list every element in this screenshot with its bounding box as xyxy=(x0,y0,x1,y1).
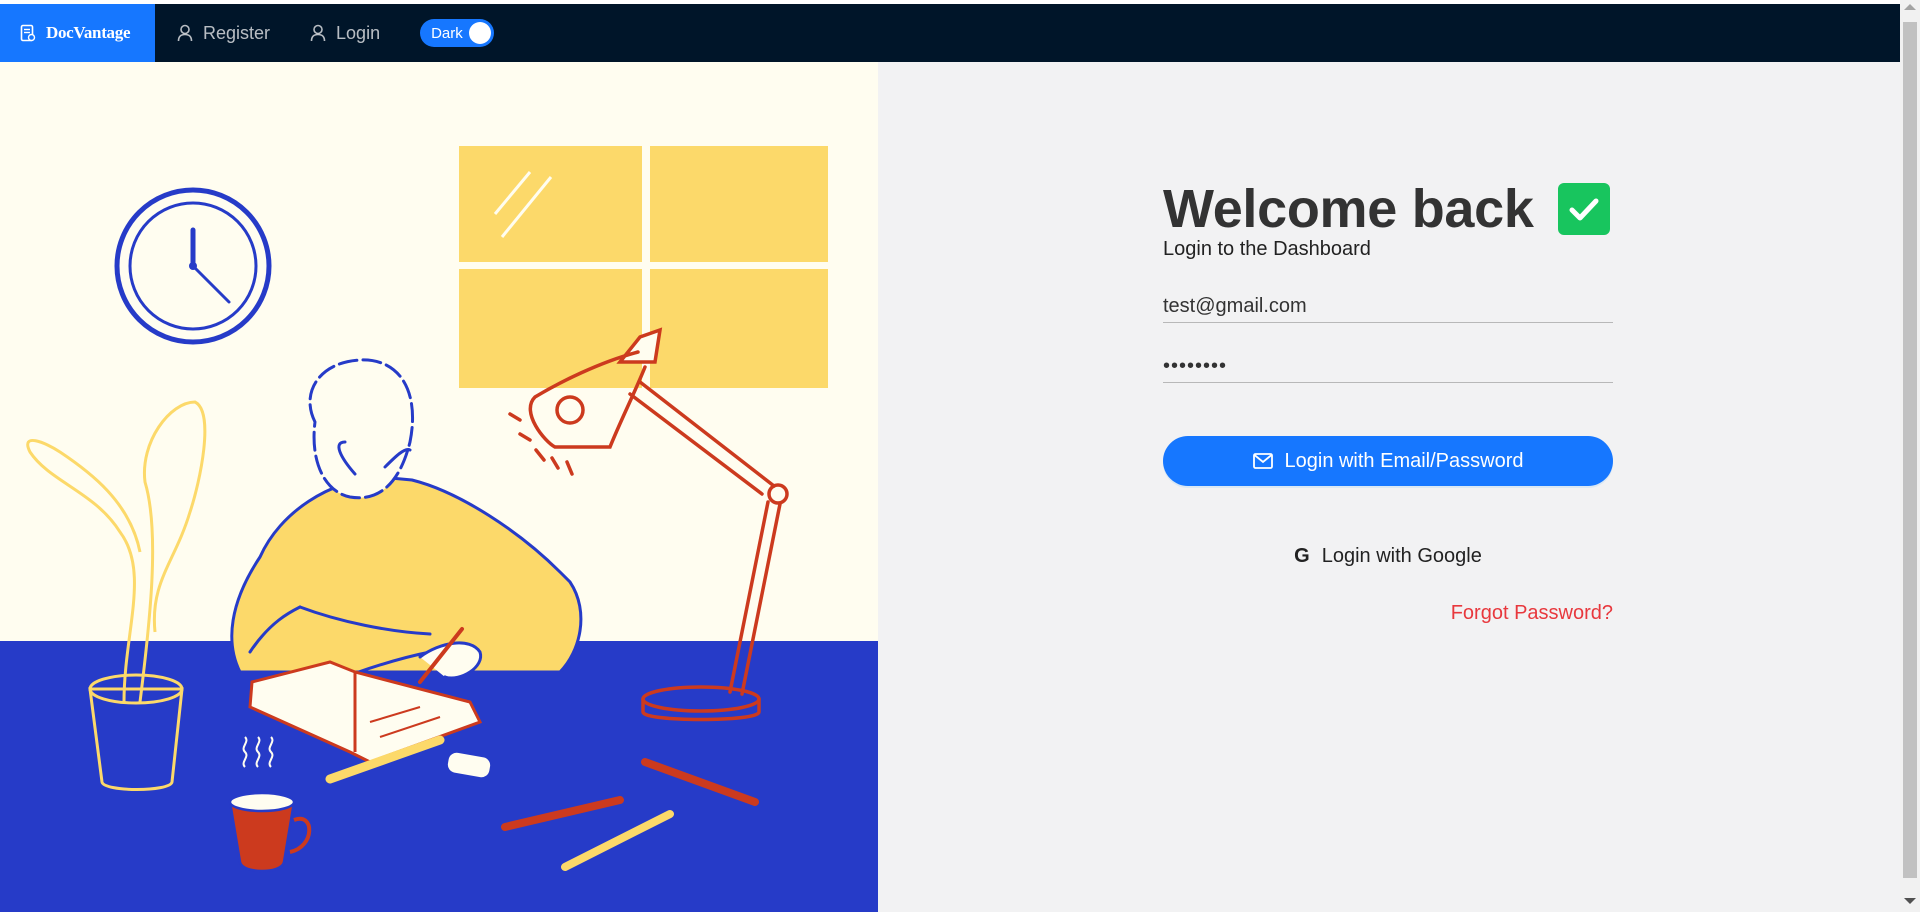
google-icon: G xyxy=(1294,544,1310,567)
check-icon xyxy=(1557,183,1610,235)
scroll-up-icon[interactable] xyxy=(1904,4,1916,10)
email-field[interactable] xyxy=(1163,290,1613,323)
brand-link[interactable]: DocVantage xyxy=(0,4,155,62)
password-field[interactable] xyxy=(1163,350,1613,383)
google-login-label: Login with Google xyxy=(1321,544,1482,567)
mail-icon xyxy=(1252,453,1273,469)
scrollbar-thumb[interactable] xyxy=(1903,22,1917,878)
welcome-heading: Welcome back xyxy=(1163,178,1610,240)
page-subtitle: Login to the Dashboard xyxy=(1163,238,1371,260)
email-login-label: Login with Email/Password xyxy=(1284,449,1524,472)
email-login-button[interactable]: Login with Email/Password xyxy=(1163,436,1613,486)
theme-toggle-label: Dark xyxy=(431,24,463,42)
study-illustration xyxy=(0,62,878,912)
page-title: Welcome back xyxy=(1163,179,1534,239)
top-navbar: DocVantage Register Login Dark xyxy=(0,4,1900,62)
google-login-button[interactable]: G Login with Google xyxy=(1288,538,1488,574)
forgot-password-link[interactable]: Forgot Password? xyxy=(1451,602,1613,625)
scroll-down-icon[interactable] xyxy=(1904,898,1916,904)
user-icon xyxy=(177,24,193,42)
nav-login-label: Login xyxy=(336,22,381,43)
toggle-knob xyxy=(469,22,492,44)
nav-register-label: Register xyxy=(203,22,271,43)
user-icon xyxy=(310,24,326,42)
brand-name: DocVantage xyxy=(46,23,131,42)
theme-toggle[interactable]: Dark xyxy=(420,19,495,47)
nav-login[interactable]: Login xyxy=(310,23,380,44)
nav-register[interactable]: Register xyxy=(177,23,270,44)
desk xyxy=(0,641,878,912)
document-icon xyxy=(20,24,36,42)
